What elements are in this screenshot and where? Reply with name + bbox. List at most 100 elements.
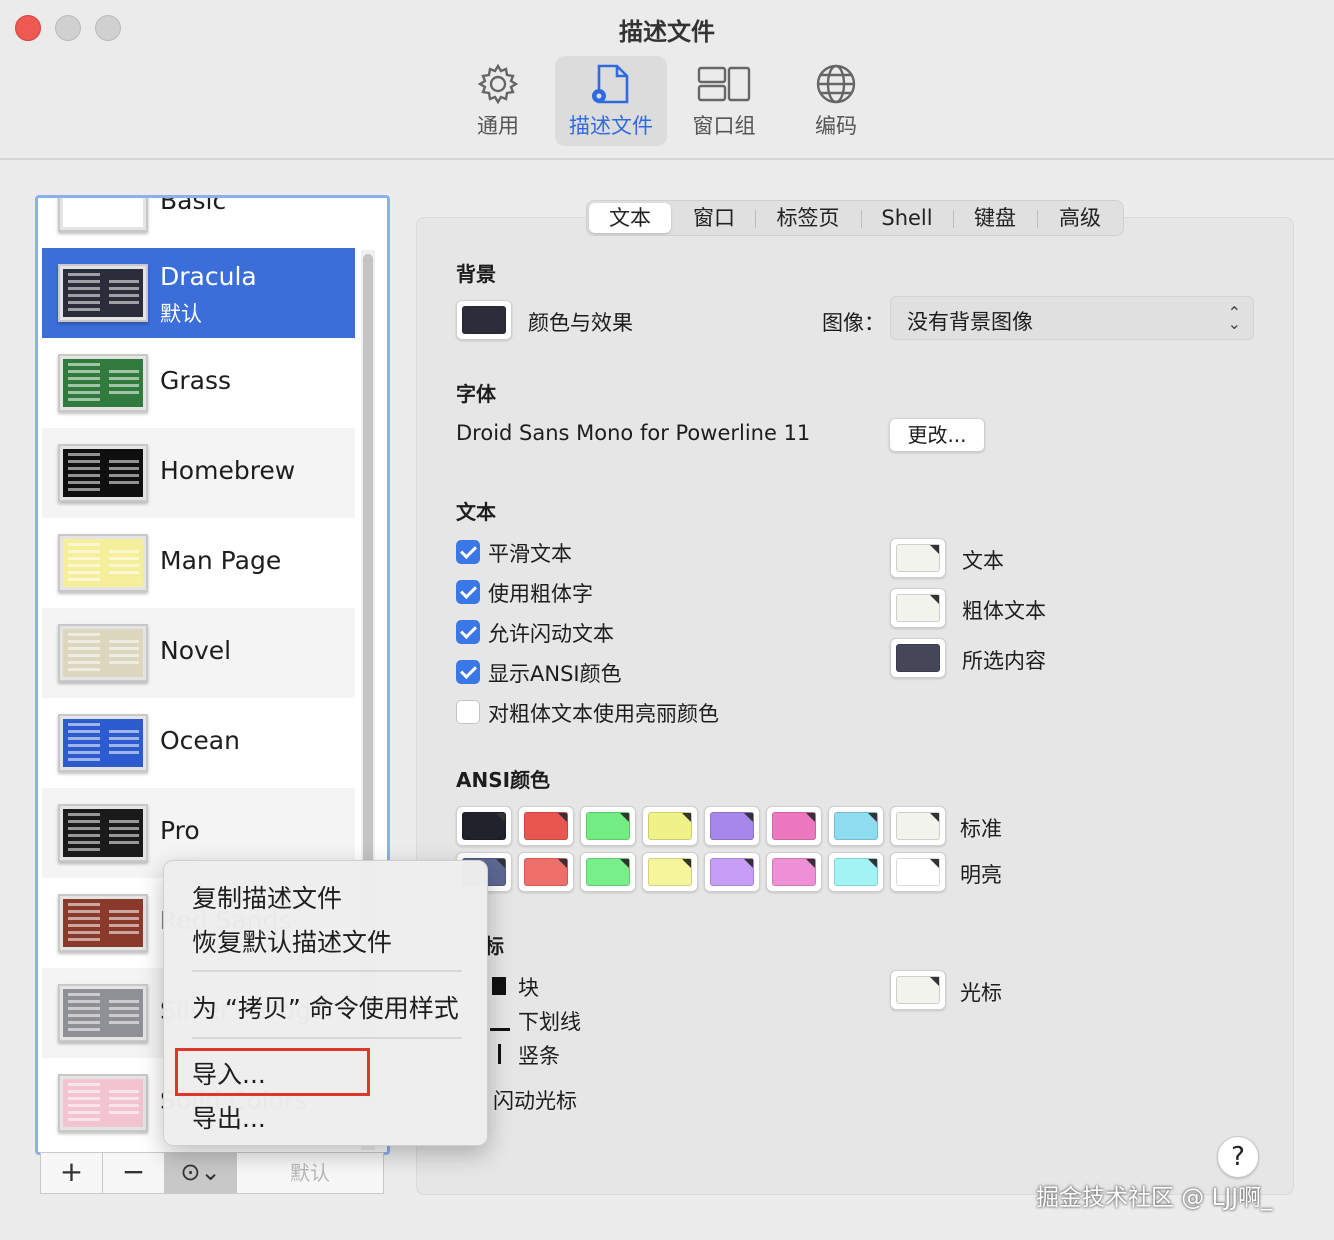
menu-item-restore-default-profiles[interactable]: 恢复默认描述文件: [192, 923, 392, 959]
profile-default-label: 默认: [160, 302, 202, 326]
ansi-color-well[interactable]: [828, 806, 884, 846]
ansi-color-well[interactable]: [766, 852, 822, 892]
text-option-checkbox[interactable]: [456, 660, 480, 684]
ansi-color-well[interactable]: [518, 852, 574, 892]
background-color-well[interactable]: [456, 300, 512, 340]
ansi-color-well[interactable]: [890, 852, 946, 892]
ansi-color-well[interactable]: [518, 806, 574, 846]
toolbar-general-label: 通用: [477, 114, 519, 138]
thumbnail-line: [68, 280, 100, 283]
tab-tabs[interactable]: 标签页: [757, 203, 859, 233]
add-profile-button[interactable]: +: [41, 1153, 103, 1193]
thumbnail-line: [68, 730, 100, 733]
profile-thumbnail-screen: [63, 539, 143, 587]
cursor-color-label: 光标: [960, 981, 1002, 1005]
ansi-color-swatch: [710, 812, 754, 840]
tab-separator: [861, 210, 862, 228]
thumbnail-line: [109, 924, 139, 927]
text-color-well[interactable]: [890, 538, 946, 578]
thumbnail-line: [109, 1097, 139, 1100]
more-actions-button[interactable]: ⊙⌄: [165, 1153, 237, 1193]
help-button[interactable]: ?: [1217, 1136, 1259, 1178]
ansi-color-well[interactable]: [642, 852, 698, 892]
thumbnail-line: [109, 751, 139, 754]
profile-row[interactable]: Dracula 默认: [42, 248, 355, 338]
thumbnail-line: [109, 1021, 139, 1024]
ansi-color-well[interactable]: [642, 806, 698, 846]
watermark-text: 掘金技术社区 @ LJJ啊_: [1036, 1185, 1273, 1211]
thumbnail-line: [109, 1104, 139, 1107]
tab-text[interactable]: 文本: [589, 203, 671, 233]
thumbnail-line: [68, 1097, 100, 1100]
profile-thumbnail: [58, 444, 148, 502]
background-color-swatch: [462, 306, 506, 334]
text-option-label: 对粗体文本使用亮丽颜色: [488, 702, 719, 726]
thumbnail-line: [68, 481, 100, 484]
ansi-color-well[interactable]: [704, 806, 760, 846]
thumbnail-line: [68, 391, 100, 394]
thumbnail-line: [68, 813, 100, 816]
toolbar-encodings[interactable]: 编码: [780, 56, 892, 146]
thumbnail-line: [68, 384, 100, 387]
menu-item-duplicate-profile[interactable]: 复制描述文件: [192, 879, 342, 915]
change-font-button[interactable]: 更改...: [889, 418, 985, 452]
toolbar-general[interactable]: 通用: [442, 56, 554, 146]
ansi-color-swatch: [524, 812, 568, 840]
ansi-color-well[interactable]: [704, 852, 760, 892]
thumbnail-line: [109, 460, 139, 463]
ansi-color-well[interactable]: [890, 806, 946, 846]
profile-name: Novel: [160, 636, 232, 665]
ansi-heading: ANSI颜色: [456, 768, 551, 792]
toolbar-profiles[interactable]: 描述文件: [555, 56, 667, 146]
ansi-color-well[interactable]: [580, 852, 636, 892]
remove-profile-button[interactable]: −: [103, 1153, 165, 1193]
blink-cursor-label: 闪动光标: [493, 1089, 577, 1113]
thumbnail-line: [109, 481, 139, 484]
background-image-select[interactable]: 没有背景图像 ⌃ ⌄: [890, 296, 1254, 340]
profile-row[interactable]: Man Page: [42, 518, 355, 608]
ansi-color-swatch: [586, 812, 630, 840]
toolbar-window-groups[interactable]: 窗口组: [668, 56, 780, 146]
profile-thumbnail: [58, 264, 148, 322]
tab-shell[interactable]: Shell: [863, 203, 951, 233]
ansi-color-well[interactable]: [766, 806, 822, 846]
thumbnail-line: [68, 1021, 100, 1024]
text-option-checkbox[interactable]: [456, 540, 480, 564]
menu-item-export[interactable]: 导出...: [192, 1099, 266, 1135]
settings-tabs: 文本 窗口 标签页 Shell 键盘 高级: [586, 200, 1124, 236]
profile-row[interactable]: Novel: [42, 608, 355, 698]
profile-row[interactable]: Grass: [42, 338, 355, 428]
thumbnail-line: [68, 1104, 100, 1107]
background-image-value: 没有背景图像: [907, 310, 1033, 334]
thumbnail-line: [68, 564, 100, 567]
thumbnail-line: [68, 467, 100, 470]
profile-thumbnail: [58, 804, 148, 862]
set-default-button[interactable]: 默认: [237, 1153, 383, 1193]
tab-window[interactable]: 窗口: [675, 203, 753, 233]
text-option-checkbox[interactable]: [456, 580, 480, 604]
ansi-color-well[interactable]: [828, 852, 884, 892]
thumbnail-line: [109, 211, 139, 214]
profile-row[interactable]: Homebrew: [42, 428, 355, 518]
thumbnail-line: [109, 737, 139, 740]
profile-name: Man Page: [160, 546, 282, 575]
profile-row[interactable]: Basic: [42, 198, 355, 248]
tab-advanced[interactable]: 高级: [1039, 203, 1121, 233]
thumbnail-line: [68, 841, 100, 844]
ansi-color-well[interactable]: [580, 806, 636, 846]
tab-keyboard[interactable]: 键盘: [955, 203, 1035, 233]
text-option-label: 允许闪动文本: [488, 622, 614, 646]
thumbnail-line: [68, 827, 100, 830]
text-color-well[interactable]: [890, 588, 946, 628]
profile-thumbnail: [58, 714, 148, 772]
cursor-color-well[interactable]: [890, 970, 946, 1010]
text-color-well[interactable]: [890, 638, 946, 678]
thumbnail-line: [109, 370, 139, 373]
ansi-color-well[interactable]: [456, 806, 512, 846]
menu-item-use-settings-as-default[interactable]: 为 “拷贝” 命令使用样式: [192, 989, 459, 1025]
text-option-checkbox[interactable]: [456, 700, 480, 724]
profile-row[interactable]: Ocean: [42, 698, 355, 788]
cursor-underline-label: 下划线: [518, 1010, 581, 1034]
thumbnail-line: [109, 841, 139, 844]
text-option-checkbox[interactable]: [456, 620, 480, 644]
